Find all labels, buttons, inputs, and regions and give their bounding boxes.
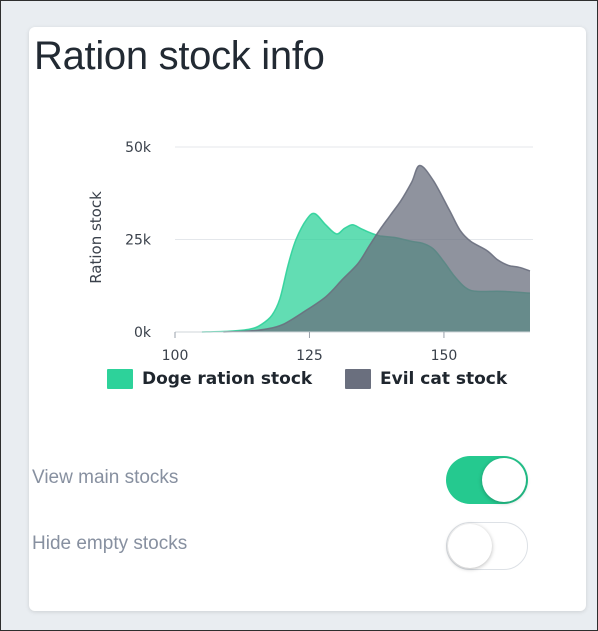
legend-label-evil-cat: Evil cat stock bbox=[380, 369, 508, 389]
toggle-label-view-main-stocks: View main stocks bbox=[32, 467, 179, 488]
y-tick-label-2: 50k bbox=[125, 140, 152, 156]
legend-label-doge: Doge ration stock bbox=[142, 369, 313, 389]
legend-item-evil-cat: Evil cat stock bbox=[345, 366, 507, 392]
toggle-knob bbox=[448, 524, 492, 568]
y-axis-label: Ration stock bbox=[87, 191, 105, 284]
x-tick-label-1: 125 bbox=[296, 348, 323, 364]
view-main-stocks-toggle[interactable] bbox=[446, 456, 528, 504]
toggle-row-view-main-stocks: View main stocks bbox=[32, 456, 528, 504]
y-tick-label-1: 25k bbox=[125, 233, 152, 249]
legend-item-doge: Doge ration stock bbox=[107, 366, 312, 392]
x-tick-label-2: 150 bbox=[431, 348, 458, 364]
hide-empty-stocks-toggle[interactable] bbox=[446, 522, 528, 570]
toggle-knob bbox=[482, 458, 526, 502]
toggle-row-hide-empty-stocks: Hide empty stocks bbox=[32, 522, 528, 570]
legend-swatch-doge bbox=[107, 369, 133, 389]
y-tick-label-0: 0k bbox=[134, 325, 152, 341]
toggle-label-hide-empty-stocks: Hide empty stocks bbox=[32, 533, 188, 554]
legend-swatch-evil-cat bbox=[345, 369, 371, 389]
x-tick-label-0: 100 bbox=[162, 348, 189, 364]
